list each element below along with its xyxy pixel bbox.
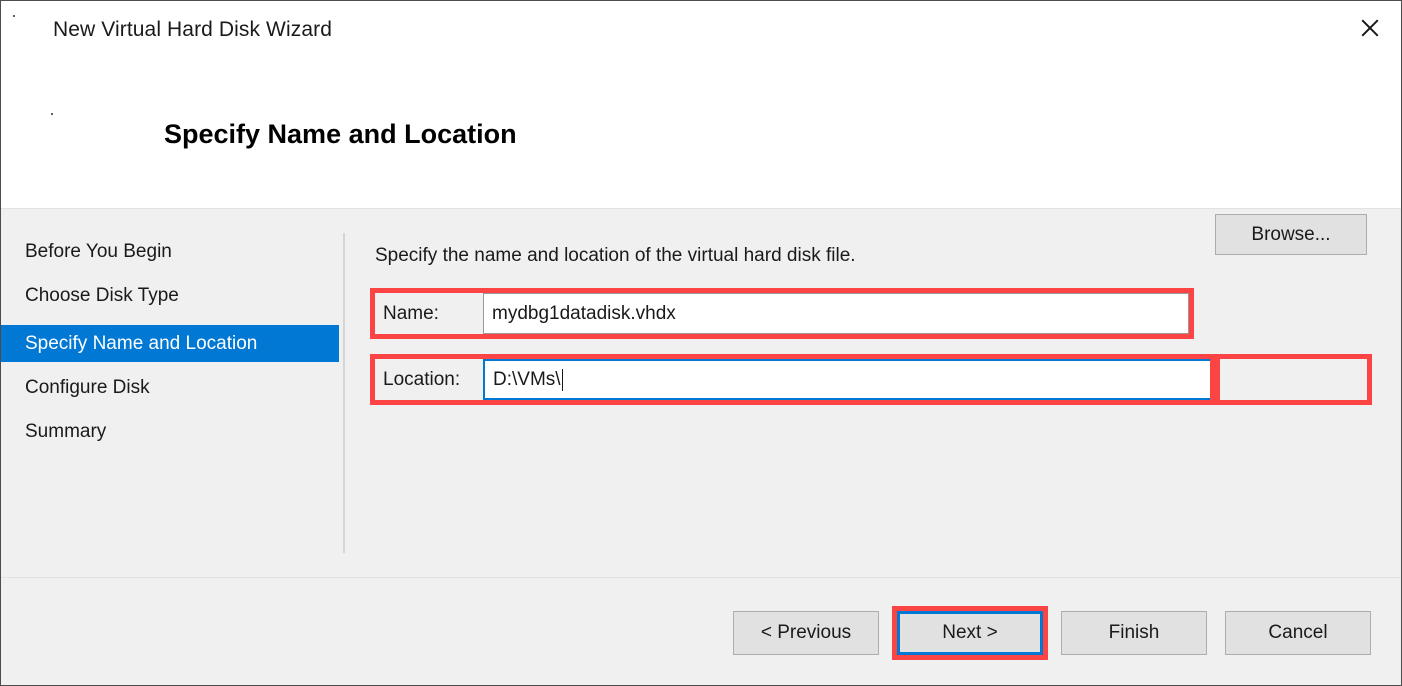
disk-body [13,15,15,17]
close-icon [1359,17,1381,39]
finish-button[interactable]: Finish [1061,611,1207,655]
finish-button-label: Finish [1109,622,1160,644]
sidebar-item-summary[interactable]: Summary [1,413,339,450]
close-button[interactable] [1347,5,1393,51]
location-field-row: Location: D:\VMs\ [375,359,1215,400]
sidebar-item-choose-disk-type[interactable]: Choose Disk Type [1,277,339,314]
previous-button-label: < Previous [761,622,851,644]
name-input-value: mydbg1datadisk.vhdx [492,303,676,325]
instruction-text: Specify the name and location of the vir… [375,245,856,267]
name-input[interactable]: mydbg1datadisk.vhdx [483,293,1189,334]
sidebar-item-configure-disk[interactable]: Configure Disk [1,369,339,406]
browse-button[interactable]: Browse... [1215,214,1367,255]
location-input-value: D:\VMs\ [493,369,561,391]
next-button-label: Next > [942,622,997,644]
title-bar: New Virtual Hard Disk Wizard [1,1,1401,63]
sidebar-item-label: Before You Begin [25,241,172,263]
name-field-label: Name: [375,293,483,334]
browse-button-label: Browse... [1251,224,1330,246]
cancel-button-label: Cancel [1268,622,1327,644]
previous-button[interactable]: < Previous [733,611,879,655]
name-field-row: Name: mydbg1datadisk.vhdx [375,293,1189,334]
page-header: Specify Name and Location [1,63,1401,209]
text-caret [562,369,563,391]
new-virtual-hard-disk-wizard-window: New Virtual Hard Disk Wizard Specify Nam… [0,0,1402,686]
next-button[interactable]: Next > [897,611,1043,655]
cancel-button[interactable]: Cancel [1225,611,1371,655]
sidebar-item-label: Summary [25,421,106,443]
sidebar-item-specify-name-and-location[interactable]: Specify Name and Location [1,325,339,362]
sidebar-item-before-you-begin[interactable]: Before You Begin [1,233,339,270]
sidebar-item-label: Choose Disk Type [25,285,179,307]
window-title: New Virtual Hard Disk Wizard [53,18,332,42]
location-field-label: Location: [375,359,483,400]
sidebar-item-label: Specify Name and Location [25,333,257,355]
dialog-footer: < Previous Next > Finish Cancel [1,577,1401,685]
browse-button-annotation-box [1210,354,1372,405]
page-title: Specify Name and Location [164,119,517,150]
sidebar-item-label: Configure Disk [25,377,150,399]
header-disk-body [51,113,53,115]
location-input[interactable]: D:\VMs\ [483,359,1215,400]
